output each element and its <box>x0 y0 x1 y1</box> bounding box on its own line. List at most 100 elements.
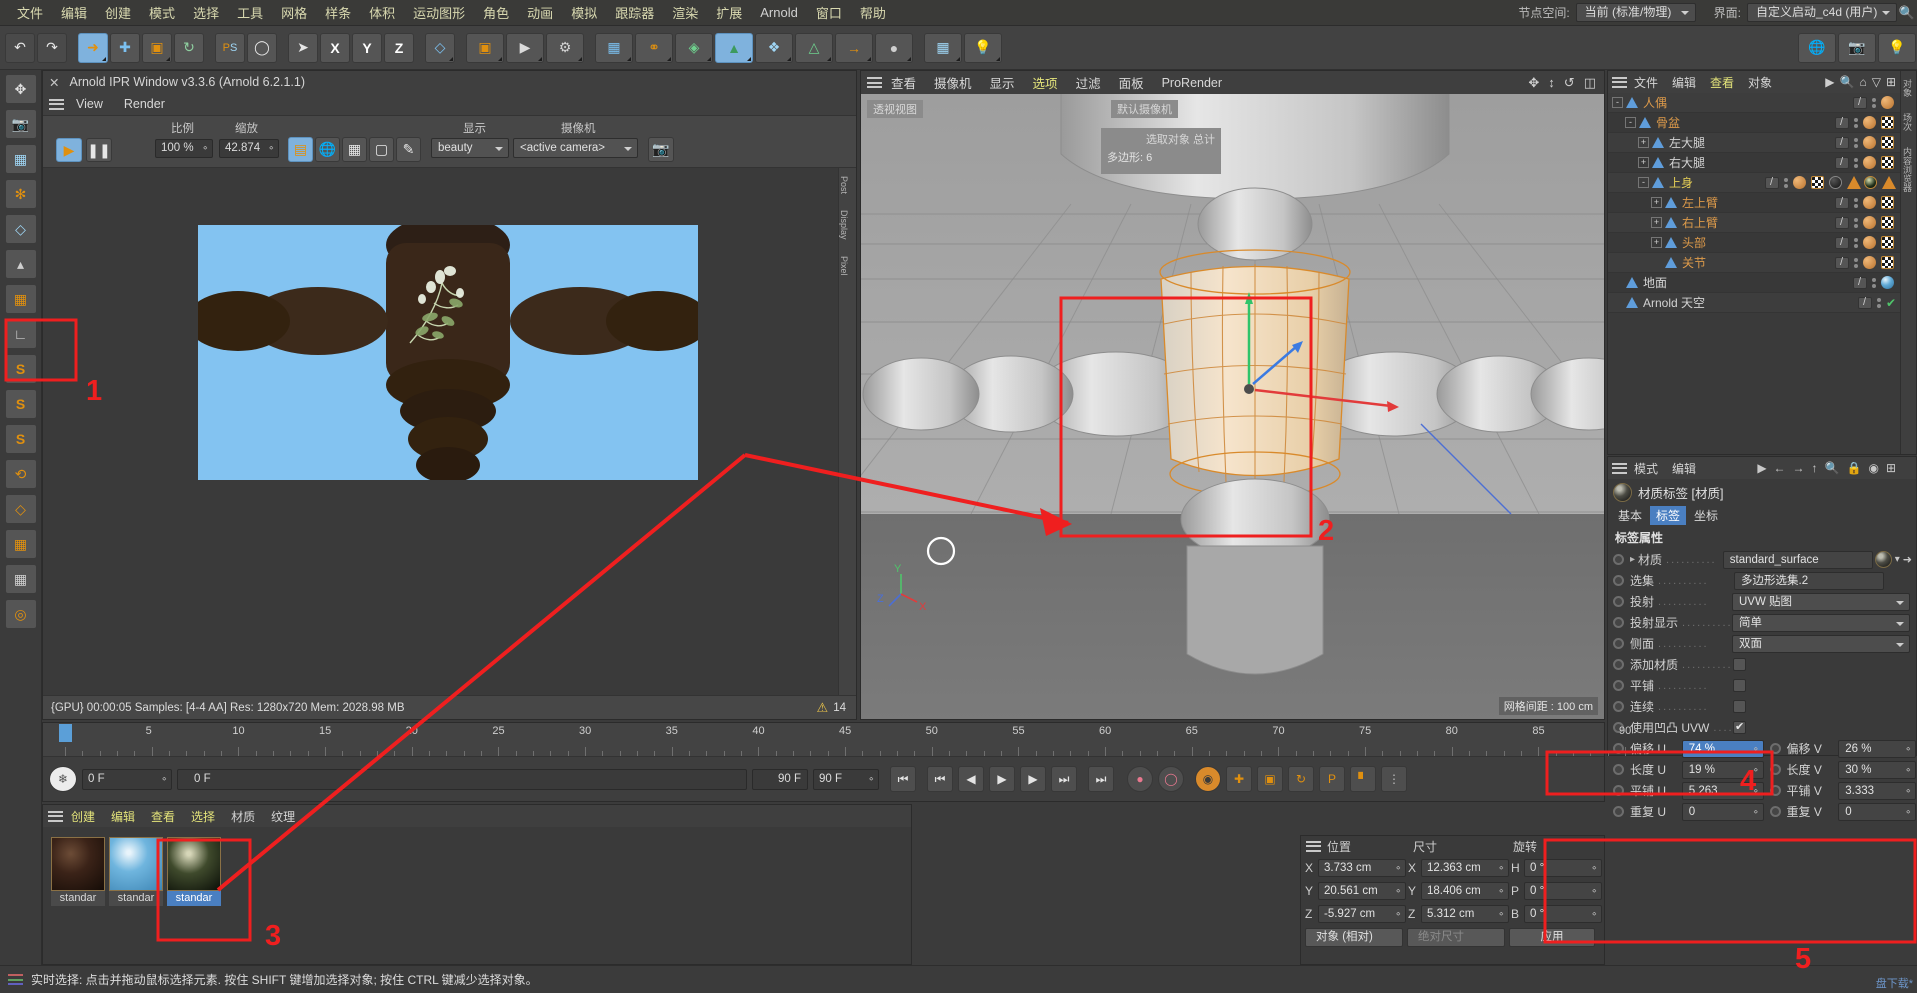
attribute-checkbox[interactable] <box>1733 658 1746 671</box>
parameter-radio[interactable] <box>1613 785 1624 796</box>
parameter-radio[interactable] <box>1613 743 1624 754</box>
transform-icon[interactable]: ✥ <box>4 74 37 104</box>
attribute-checkbox[interactable] <box>1733 700 1746 713</box>
expander-toggle[interactable]: + <box>1651 237 1662 248</box>
attribute-value-field[interactable]: 多边形选集.2 <box>1734 571 1884 590</box>
maximize-icon[interactable]: ◫ <box>1584 75 1596 91</box>
model-mode-icon[interactable]: ∟ <box>4 319 37 349</box>
environment-icon[interactable]: △ <box>795 32 833 63</box>
search-icon[interactable]: 🔍 <box>1825 461 1840 475</box>
object-tree-row[interactable]: Arnold 天空 ✔ <box>1608 293 1916 313</box>
sphere-icon[interactable]: 🌐 <box>315 137 340 162</box>
char-tag-icon[interactable] <box>1863 136 1876 149</box>
attribute-checkbox[interactable] <box>1733 720 1746 734</box>
go-end-icon[interactable]: ⏭ <box>1088 766 1114 792</box>
material-item[interactable]: standar <box>109 837 163 906</box>
parameter-radio[interactable] <box>1613 806 1624 817</box>
parameter-radio[interactable] <box>1613 764 1624 775</box>
char-tag-icon[interactable] <box>1881 96 1894 109</box>
filter-icon[interactable]: ▽ <box>1872 75 1881 89</box>
pla-key-icon[interactable]: ▘ <box>1350 766 1376 792</box>
mm-menu-edit[interactable]: 编辑 <box>103 808 143 825</box>
world-axis-icon[interactable]: ◯ <box>247 32 277 63</box>
char-tag-icon[interactable] <box>1793 176 1806 189</box>
visibility-dots[interactable] <box>1852 237 1860 248</box>
autokey-icon[interactable]: ◯ <box>1158 766 1184 792</box>
menu-item-arnold[interactable]: Arnold <box>751 5 807 20</box>
object-tree-row[interactable]: + 左大腿 <box>1608 133 1916 153</box>
target-icon[interactable]: ◉ <box>1868 461 1878 475</box>
rotation-field[interactable]: 0 ° <box>1524 881 1602 900</box>
dots-icon[interactable]: ⋮ <box>1381 766 1407 792</box>
search-icon[interactable]: 🔍 <box>1897 5 1917 21</box>
workplane-icon[interactable]: S <box>4 424 37 454</box>
expand-arrow-icon[interactable]: ▸ <box>1630 554 1635 565</box>
parameter-radio[interactable] <box>1613 701 1624 712</box>
undo-icon[interactable]: ↶ <box>5 32 35 63</box>
spline-icon[interactable]: ⚭ <box>635 32 673 63</box>
prev-key-icon[interactable]: ⏮ <box>927 766 953 792</box>
axis-y-icon[interactable]: Y <box>352 32 382 63</box>
menu-item-spline[interactable]: 样条 <box>316 3 360 22</box>
globe-icon[interactable]: 🌐 <box>1798 32 1836 63</box>
position-field[interactable]: -5.927 cm <box>1318 904 1406 923</box>
visibility-dots[interactable] <box>1870 97 1878 108</box>
chevron-down-icon[interactable]: ▾ <box>1895 554 1900 565</box>
ipr-tab-pixel[interactable]: Pixel <box>839 248 849 284</box>
ipr-tab-display[interactable]: Display <box>839 202 849 248</box>
uv-value-left[interactable]: 0 <box>1681 802 1764 821</box>
om-menu-view[interactable]: 查看 <box>1703 74 1741 91</box>
checker-tag-icon[interactable] <box>1881 156 1894 169</box>
cube-tool-icon[interactable]: ▦ <box>4 144 37 174</box>
add-icon[interactable]: ⊞ <box>1886 461 1896 475</box>
visibility-toggle[interactable] <box>1853 96 1867 109</box>
attribute-value-field[interactable]: standard_surface <box>1722 550 1873 569</box>
visibility-toggle[interactable] <box>1835 136 1849 149</box>
selection-tag-icon[interactable] <box>1847 176 1861 189</box>
object-tree-row[interactable]: + 头部 <box>1608 233 1916 253</box>
menu-item-extensions[interactable]: 扩展 <box>707 3 751 22</box>
visibility-dots[interactable] <box>1852 137 1860 148</box>
lock-icon[interactable]: 🔒 <box>1847 461 1862 475</box>
forward-icon[interactable]: → <box>1793 461 1805 475</box>
more-icon[interactable]: ▶ <box>1825 75 1834 89</box>
null-tool-icon[interactable]: ✻ <box>4 179 37 209</box>
menu-item-volume[interactable]: 体积 <box>360 3 404 22</box>
tab-coordinates[interactable]: 坐标 <box>1688 506 1724 525</box>
position-field[interactable]: 3.733 cm <box>1318 858 1406 877</box>
menu-item-help[interactable]: 帮助 <box>851 3 895 22</box>
hamburger-icon[interactable] <box>8 972 23 988</box>
expander-toggle[interactable]: + <box>1651 197 1662 208</box>
rotate-icon[interactable]: ↻ <box>174 32 204 63</box>
visibility-toggle[interactable] <box>1835 196 1849 209</box>
knife-icon[interactable]: ◎ <box>4 599 37 629</box>
pixel-icon[interactable]: ▦ <box>342 137 367 162</box>
axis-z-icon[interactable]: Z <box>384 32 414 63</box>
checker-tag-icon[interactable] <box>1881 196 1894 209</box>
go-start-icon[interactable]: ⏮ <box>890 766 916 792</box>
dolly-icon[interactable]: ↕ <box>1548 75 1555 91</box>
menu-item-edit[interactable]: 编辑 <box>52 3 96 22</box>
live-select-icon[interactable]: ➜ <box>78 32 108 63</box>
ipr-ratio-field[interactable]: 100 % <box>155 139 213 158</box>
visibility-toggle[interactable] <box>1835 236 1849 249</box>
parameter-radio[interactable] <box>1769 743 1781 754</box>
visibility-toggle[interactable] <box>1853 276 1867 289</box>
ipr-camera-select[interactable]: <active camera> <box>513 138 638 158</box>
pause-icon[interactable]: ❚❚ <box>86 138 112 162</box>
om-tab-takes[interactable]: 场次 <box>1901 105 1914 139</box>
mm-menu-material[interactable]: 材质 <box>223 808 263 825</box>
snapshot-icon[interactable]: 📷 <box>648 137 674 162</box>
visibility-dots[interactable] <box>1852 117 1860 128</box>
mat-dark-tag-icon[interactable] <box>1829 176 1842 189</box>
coord-mode-select[interactable]: 对象 (相对) <box>1305 927 1403 947</box>
tab-tag[interactable]: 标签 <box>1650 505 1687 525</box>
camera-tool-icon[interactable]: 📷 <box>4 109 37 139</box>
uv-value-left[interactable]: 5.263 <box>1681 781 1764 800</box>
om-tab-objects[interactable]: 对象 <box>1901 71 1914 105</box>
visibility-toggle[interactable] <box>1835 156 1849 169</box>
frame-icon[interactable]: ▢ <box>369 137 394 162</box>
checker-tag-icon[interactable] <box>1811 176 1824 189</box>
char-tag-icon[interactable] <box>1863 156 1876 169</box>
material-item[interactable]: standar <box>167 837 221 906</box>
